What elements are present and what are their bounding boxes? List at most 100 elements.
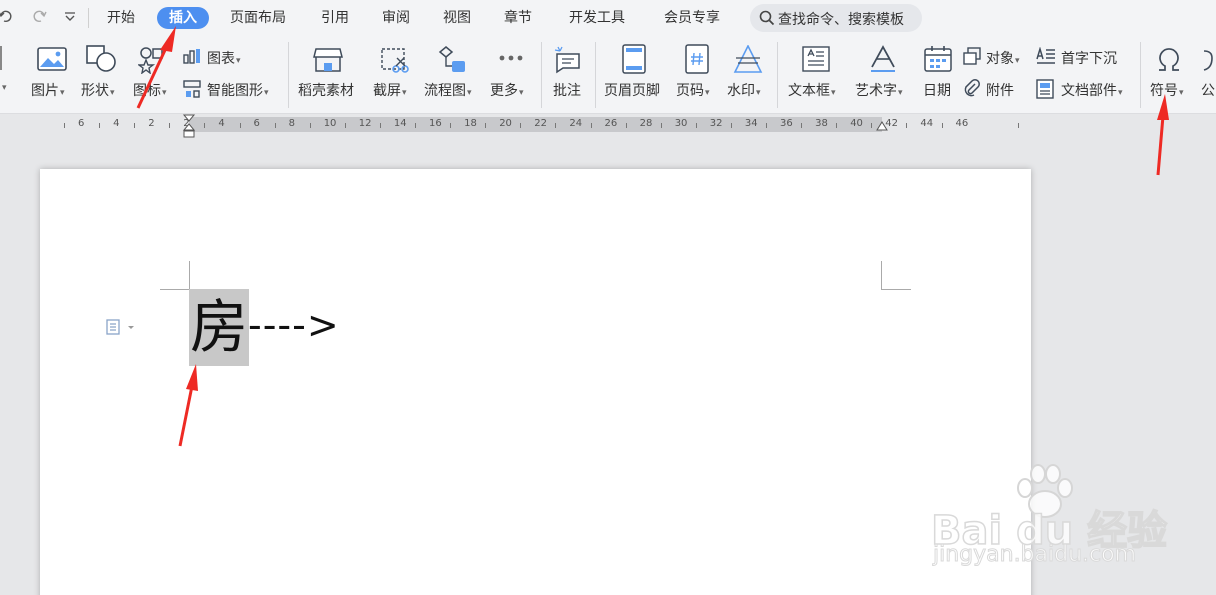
wordart-label: 艺术字 xyxy=(855,83,897,99)
tab-references[interactable]: 引用 xyxy=(321,7,349,29)
ruler-tick xyxy=(169,123,171,128)
page-number-button[interactable]: 页码▾ xyxy=(674,36,720,114)
ribbon-separator xyxy=(595,42,596,108)
comment-icon xyxy=(554,46,580,74)
right-indent-marker-icon[interactable] xyxy=(875,120,889,132)
symbol-label: 符号 xyxy=(1150,83,1178,99)
chevron-down-icon[interactable] xyxy=(64,12,76,22)
flowchart-icon xyxy=(438,46,465,72)
wordart-icon xyxy=(871,45,895,72)
menu-bar: 开始 插入 页面布局 引用 审阅 视图 章节 开发工具 会员专享 查找命令、搜索… xyxy=(0,0,1216,36)
paragraph-layout-icon[interactable] xyxy=(106,318,136,336)
tab-developer[interactable]: 开发工具 xyxy=(569,7,625,29)
watermark-url: jingyan.baidu.com xyxy=(932,542,1137,568)
formula-icon xyxy=(1203,50,1213,71)
header-footer-icon xyxy=(622,44,646,74)
daoke-assets-button[interactable]: 稻壳素材 xyxy=(296,36,360,114)
margin-corner-mark xyxy=(881,261,882,290)
ruler-tick xyxy=(836,123,838,128)
daoke-label: 稻壳素材 xyxy=(298,83,354,99)
ruler-tick xyxy=(99,123,101,128)
ruler-tick xyxy=(906,123,908,128)
margin-corner-mark xyxy=(881,289,911,290)
ruler-tick xyxy=(485,123,487,128)
insert-picture-button[interactable]: 图片▾ xyxy=(30,36,76,114)
scissors-icon xyxy=(381,48,409,73)
ruler-number: 38 xyxy=(815,118,828,129)
shape-label: 形状 xyxy=(81,83,109,99)
header-footer-button[interactable]: 页眉页脚 xyxy=(602,36,666,114)
horizontal-ruler[interactable]: 6 4 2 2 4 6 8 10 12 14 16 18 20 22 24 26 28 30 32 34 36 38 40 4… xyxy=(0,114,1216,138)
calendar-icon xyxy=(924,46,952,72)
ruler-tick xyxy=(274,123,276,128)
selected-character[interactable]: 房 xyxy=(189,289,249,366)
attachment-button[interactable]: 附件 xyxy=(962,78,1028,100)
ruler-tick xyxy=(695,123,697,128)
picture-label: 图片 xyxy=(31,83,59,99)
insert-smartart-button[interactable]: 智能图形▾ xyxy=(182,78,282,100)
ruler-number: 28 xyxy=(639,118,653,129)
ruler-tick xyxy=(555,123,557,128)
ruler-number: 44 xyxy=(920,118,934,129)
ruler-number: 4 xyxy=(113,118,120,129)
more-button[interactable]: 更多▾ xyxy=(488,36,534,114)
comment-button[interactable]: 批注 xyxy=(548,36,588,114)
insert-chart-button[interactable]: 图表▾ xyxy=(182,46,252,68)
wordart-button[interactable]: 艺术字▾ xyxy=(853,36,913,114)
ruler-number: 6 xyxy=(78,118,85,129)
redo-icon[interactable] xyxy=(32,9,48,23)
formula-label: 公 xyxy=(1201,83,1215,99)
indent-marker-icon[interactable] xyxy=(182,114,196,138)
ruler-number: 40 xyxy=(850,118,863,129)
picture-icon xyxy=(37,47,67,71)
ruler-tick xyxy=(415,123,416,128)
ribbon-separator xyxy=(1140,42,1141,108)
more-label: 更多 xyxy=(490,83,518,99)
undo-icon[interactable] xyxy=(0,9,12,23)
ruler-tick xyxy=(941,123,943,128)
tab-view[interactable]: 视图 xyxy=(443,7,471,29)
margin-corner-mark xyxy=(160,289,190,290)
more-dots-icon xyxy=(499,55,523,61)
ruler-number: 26 xyxy=(604,118,618,129)
flowchart-label: 流程图 xyxy=(424,83,466,99)
chart-label: 图表 xyxy=(207,51,235,67)
drop-cap-label: 首字下沉 xyxy=(1061,51,1117,67)
shape-icon xyxy=(86,45,116,72)
symbol-button[interactable]: 符号▾ xyxy=(1146,36,1192,114)
search-icon xyxy=(759,10,775,26)
textbox-label: 文本框 xyxy=(788,83,830,99)
ruler-tick xyxy=(801,123,803,128)
ribbon-separator xyxy=(541,42,542,108)
formula-button[interactable]: 公 xyxy=(1198,36,1216,114)
tab-insert[interactable]: 插入 xyxy=(157,7,209,29)
tab-home[interactable]: 开始 xyxy=(107,7,135,29)
search-placeholder: 查找命令、搜索模板 xyxy=(778,12,904,28)
tab-page-layout[interactable]: 页面布局 xyxy=(230,7,286,29)
tab-review[interactable]: 审阅 xyxy=(382,7,410,29)
date-button[interactable]: 日期 xyxy=(920,36,956,114)
tab-member[interactable]: 会员专享 xyxy=(664,7,720,29)
watermark-button[interactable]: 水印▾ xyxy=(725,36,771,114)
tab-chapter[interactable]: 章节 xyxy=(504,7,532,29)
document-arrow-text[interactable]: ----> xyxy=(248,303,340,347)
screenshot-button[interactable]: 截屏▾ xyxy=(371,36,419,114)
screenshot-label: 截屏 xyxy=(373,83,401,99)
flowchart-button[interactable]: 流程图▾ xyxy=(422,36,484,114)
margin-corner-mark xyxy=(189,261,190,290)
document-parts-button[interactable]: 文档部件▾ xyxy=(1035,78,1133,100)
ruler-tick xyxy=(309,123,311,128)
insert-icon-button[interactable]: 图标▾ xyxy=(130,36,176,114)
textbox-button[interactable]: 文本框▾ xyxy=(786,36,846,114)
document-page[interactable]: 房 ----> xyxy=(40,169,1031,595)
ruler-tick xyxy=(766,123,767,128)
ruler-number: 18 xyxy=(464,118,477,129)
insert-shape-button[interactable]: 形状▾ xyxy=(80,36,126,114)
ruler-number: 14 xyxy=(393,118,407,129)
command-search[interactable]: 查找命令、搜索模板 xyxy=(750,4,922,32)
ruler-number: 20 xyxy=(499,118,512,129)
drop-cap-button[interactable]: 首字下沉 xyxy=(1035,46,1125,68)
page-number-label: 页码 xyxy=(676,83,704,99)
insert-object-button[interactable]: 对象▾ xyxy=(962,46,1028,68)
ruler-tick xyxy=(344,123,346,128)
